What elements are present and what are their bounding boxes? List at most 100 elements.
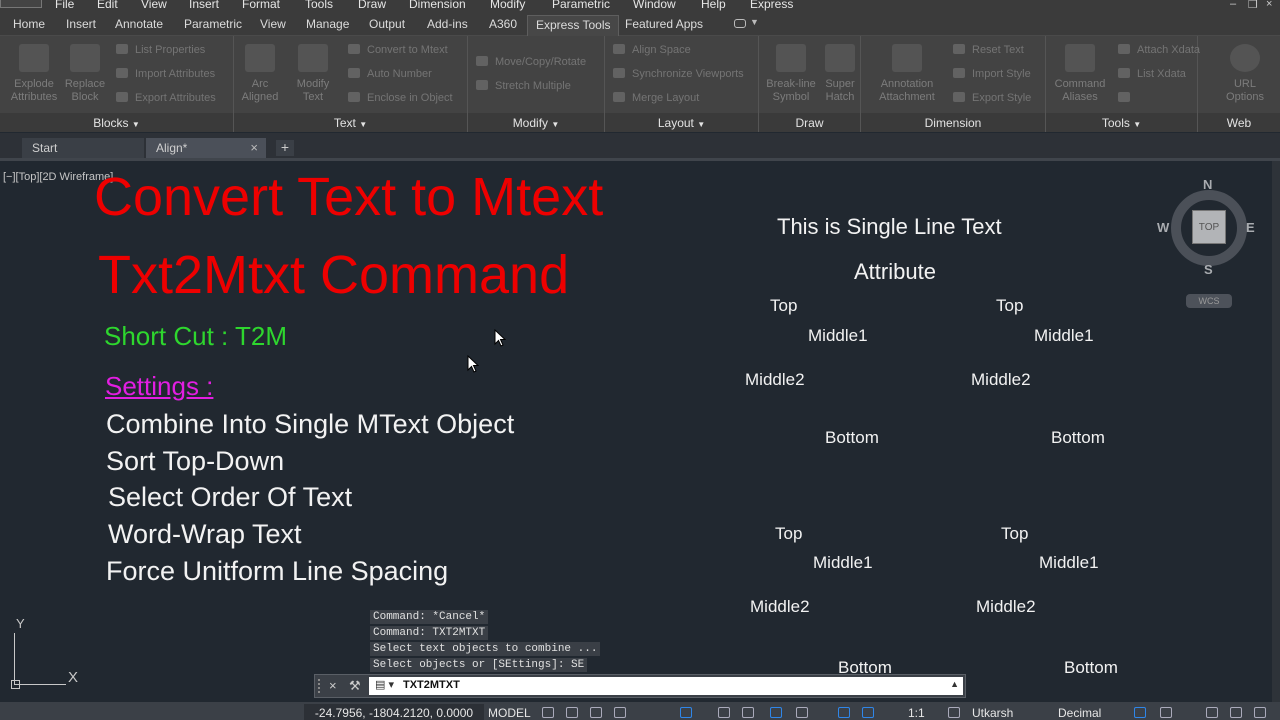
url-options-button[interactable]: URL Options — [1214, 44, 1276, 104]
panel-title-draw[interactable]: Draw — [759, 113, 860, 132]
menu-dimension[interactable]: Dimension — [409, 0, 466, 11]
menu-help[interactable]: Help — [701, 0, 726, 11]
model-space-button[interactable]: MODEL — [488, 706, 531, 720]
menu-format[interactable]: Format — [242, 0, 280, 11]
tab-add-ins[interactable]: Add-ins — [427, 17, 468, 31]
attach-xdata-button[interactable]: Attach Xdata — [1118, 44, 1200, 56]
tab-output[interactable]: Output — [369, 17, 405, 31]
command-aliases-button[interactable]: Command Aliases — [1048, 44, 1112, 104]
super-hatch-button[interactable]: Super Hatch — [821, 44, 859, 104]
grid-icon[interactable] — [542, 707, 554, 718]
tab-insert[interactable]: Insert — [66, 17, 96, 31]
file-tab-start[interactable]: Start — [22, 138, 144, 158]
gear-icon[interactable] — [948, 707, 960, 718]
export-attributes-button[interactable]: Export Attributes — [116, 92, 216, 104]
panel-title-tools[interactable]: Tools ▼ — [1046, 113, 1197, 132]
reset-text-button[interactable]: Reset Text — [953, 44, 1024, 56]
compass-north[interactable]: N — [1203, 177, 1212, 192]
list-xdata-button[interactable]: List Xdata — [1118, 68, 1186, 80]
units-selector[interactable]: Decimal — [1058, 706, 1101, 720]
enclose-in-object-button[interactable]: Enclose in Object — [348, 92, 453, 104]
compass-south[interactable]: S — [1204, 262, 1213, 277]
object-snap-icon[interactable] — [680, 707, 692, 718]
dynamic-ucs-icon[interactable] — [770, 707, 782, 718]
clean-screen-icon[interactable] — [1230, 707, 1242, 718]
wrench-icon[interactable]: ⚒ — [349, 678, 361, 694]
close-icon[interactable]: × — [329, 678, 337, 693]
command-prompt-icon[interactable]: ▤ ▾ — [375, 678, 394, 691]
panel-title-modify[interactable]: Modify ▼ — [468, 113, 604, 132]
stretch-multiple-button[interactable]: Stretch Multiple — [476, 80, 571, 92]
menu-draw[interactable]: Draw — [358, 0, 386, 11]
tab-annotate[interactable]: Annotate — [115, 17, 163, 31]
convert-to-mtext-button[interactable]: Convert to Mtext — [348, 44, 448, 56]
auto-scale-icon[interactable] — [862, 707, 874, 718]
move-copy-rotate-button[interactable]: Move/Copy/Rotate — [476, 56, 586, 68]
chevron-up-icon[interactable]: ▲ — [950, 679, 959, 689]
merge-layout-button[interactable]: Merge Layout — [613, 92, 699, 104]
panel-title-dimension[interactable]: Dimension — [861, 113, 1045, 132]
menu-window[interactable]: Window — [633, 0, 676, 11]
workspace-user[interactable]: Utkarsh — [972, 706, 1013, 720]
import-attributes-button[interactable]: Import Attributes — [116, 68, 215, 80]
explode-attributes-button[interactable]: Explode Attributes — [6, 44, 62, 104]
coordinates-readout[interactable]: -24.7956, -1804.2120, 0.0000 — [304, 704, 484, 720]
panel-title-text[interactable]: Text ▼ — [234, 113, 467, 132]
file-tab-align[interactable]: Align* × — [146, 138, 266, 158]
quick-properties-icon[interactable] — [1134, 707, 1146, 718]
tab-manage[interactable]: Manage — [306, 17, 349, 31]
wcs-menu[interactable]: WCS — [1186, 294, 1232, 308]
hardware-acceleration-icon[interactable] — [1206, 707, 1218, 718]
close-icon[interactable]: × — [1266, 0, 1272, 10]
annotation-attachment-button[interactable]: Annotation Attachment — [871, 44, 943, 104]
minimize-icon[interactable]: – — [1230, 0, 1236, 10]
tab-parametric[interactable]: Parametric — [184, 17, 242, 31]
command-input[interactable]: ▤ ▾ TXT2MTXT ▲ — [369, 677, 963, 695]
chevron-down-icon[interactable]: ▼ — [750, 17, 759, 27]
viewcube-top-face[interactable]: TOP — [1192, 210, 1226, 244]
import-style-button[interactable]: Import Style — [953, 68, 1031, 80]
panel-title-web[interactable]: Web — [1198, 113, 1280, 132]
drawing-canvas[interactable]: [−][Top][2D Wireframe] Convert Text to M… — [0, 161, 1272, 702]
new-tab-button[interactable]: + — [276, 140, 294, 156]
panel-title-layout[interactable]: Layout ▼ — [605, 113, 758, 132]
ortho-icon[interactable] — [590, 707, 602, 718]
list-properties-button[interactable]: List Properties — [116, 44, 205, 56]
close-icon[interactable]: × — [250, 140, 258, 155]
application-button[interactable] — [0, 0, 42, 8]
menu-tools[interactable]: Tools — [305, 0, 333, 11]
menu-edit[interactable]: Edit — [97, 0, 118, 11]
menu-express[interactable]: Express — [750, 0, 793, 11]
export-style-button[interactable]: Export Style — [953, 92, 1031, 104]
arc-aligned-button[interactable]: Arc Aligned — [240, 44, 280, 104]
lineweight-icon[interactable] — [718, 707, 730, 718]
selection-cycling-icon[interactable] — [742, 707, 754, 718]
break-line-symbol-button[interactable]: Break-line Symbol — [761, 44, 821, 104]
panel-title-blocks[interactable]: Blocks ▼ — [0, 113, 233, 132]
menu-file[interactable]: File — [55, 0, 74, 11]
viewcube[interactable]: TOP N S E W — [1157, 177, 1255, 277]
ribbon-toggle-icon[interactable] — [734, 19, 746, 28]
customization-icon[interactable] — [1254, 707, 1266, 718]
annotation-scale[interactable]: 1:1 — [908, 706, 925, 720]
tools-extra-button[interactable] — [1118, 92, 1137, 104]
tab-express-tools[interactable]: Express Tools — [527, 15, 620, 36]
tab-view[interactable]: View — [260, 17, 286, 31]
annotation-visibility-icon[interactable] — [838, 707, 850, 718]
drag-handle-icon[interactable] — [318, 679, 322, 693]
menu-modify[interactable]: Modify — [490, 0, 525, 11]
isolate-objects-icon[interactable] — [1160, 707, 1172, 718]
replace-block-button[interactable]: Replace Block — [62, 44, 108, 104]
vertical-scrollbar[interactable] — [1272, 161, 1280, 702]
tab-home[interactable]: Home — [13, 17, 45, 31]
menu-parametric[interactable]: Parametric — [552, 0, 610, 11]
modify-text-button[interactable]: Modify Text — [288, 44, 338, 104]
tab-featured-apps[interactable]: Featured Apps — [625, 17, 703, 31]
polar-icon[interactable] — [614, 707, 626, 718]
auto-number-button[interactable]: Auto Number — [348, 68, 432, 80]
snap-icon[interactable] — [566, 707, 578, 718]
align-space-button[interactable]: Align Space — [613, 44, 691, 56]
compass-west[interactable]: W — [1157, 220, 1169, 235]
restore-icon[interactable]: ❐ — [1248, 0, 1258, 11]
menu-insert[interactable]: Insert — [189, 0, 219, 11]
